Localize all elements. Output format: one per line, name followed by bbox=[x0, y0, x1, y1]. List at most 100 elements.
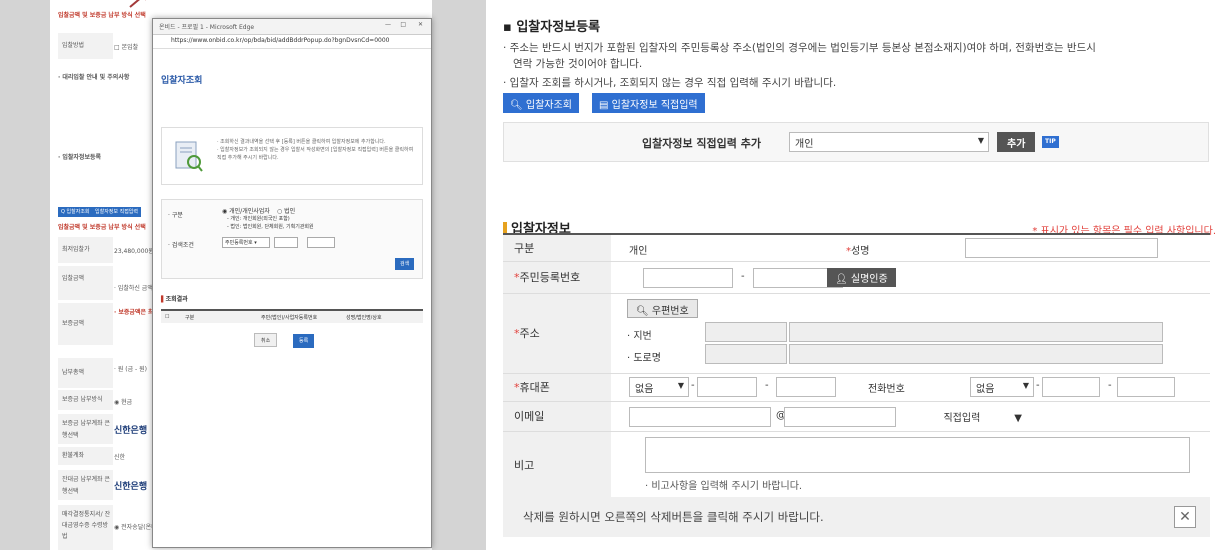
zipcode-label: 우편번호 bbox=[651, 306, 689, 317]
description-line: · 입찰자 조회를 하시거나, 조회되지 않는 경우 직접 입력해 주시기 바랍… bbox=[503, 77, 837, 89]
left-lookup-button[interactable]: Q 입찰자조회 bbox=[58, 207, 93, 217]
list-icon: ▤ bbox=[599, 100, 609, 111]
phone-mid-input[interactable] bbox=[1042, 377, 1100, 397]
mobile-prefix-select[interactable]: 없음 ▼ bbox=[629, 377, 689, 397]
mobile-prefix-value: 없음 bbox=[635, 384, 654, 395]
delete-bar: 삭제를 원하시면 오른쪽의 삭제버튼을 클릭해 주시기 바랍니다. ✕ bbox=[503, 497, 1210, 537]
direct-add-box: 입찰자정보 직접입력 추가 개인 ▼ 추가 TIP bbox=[503, 122, 1209, 162]
col-name: 성명/법인명/상호 bbox=[346, 315, 382, 321]
left-row-value: · 원 (금 - 원) bbox=[114, 366, 147, 373]
dash: - bbox=[765, 380, 769, 391]
select-all-checkbox[interactable]: ☐ bbox=[165, 314, 169, 320]
maximize-icon[interactable]: □ bbox=[400, 21, 406, 28]
popup-title: 입찰자조회 bbox=[161, 76, 203, 86]
email-domain-input[interactable] bbox=[784, 407, 896, 427]
result-table-header: ☐ 구분 주민(법인)/사업자등록번호 성명/법인명/상호 bbox=[161, 309, 423, 323]
direct-add-label: 입찰자정보 직접입력 추가 bbox=[642, 137, 761, 150]
left-row-label: 환불계좌 bbox=[58, 447, 113, 465]
kind-radio-corp[interactable]: ○ 법인 bbox=[277, 206, 295, 215]
cond-input-2[interactable] bbox=[307, 237, 335, 248]
phone-last-input[interactable] bbox=[1117, 377, 1175, 397]
jibun-address-input bbox=[789, 322, 1163, 342]
bidder-registration-panel: ▪ 입찰자정보등록 · 주소는 반드시 번지가 포함된 입찰자의 주민등록상 주… bbox=[486, 0, 1222, 550]
bidder-lookup-label: 입찰자조회 bbox=[525, 100, 572, 111]
kind-value: 개인 bbox=[629, 246, 648, 257]
road-zip-input bbox=[705, 344, 787, 364]
left-direct-button[interactable]: 입찰자정보 직접입력 bbox=[92, 207, 141, 217]
left-bank-logo: 신한은행 bbox=[114, 482, 148, 492]
phone-prefix-select[interactable]: 없음 ▼ bbox=[970, 377, 1034, 397]
delete-message: 삭제를 원하시면 오른쪽의 삭제버튼을 클릭해 주시기 바랍니다. bbox=[523, 510, 824, 524]
notice-line: · 입찰자정보가 조회되지 않는 경우 입찰서 작성화면의 [입찰자정보 직접입… bbox=[217, 147, 414, 153]
notice-line: 직접 추가해 주시기 바랍니다. bbox=[217, 155, 279, 161]
email-domain-value: 직접입력 bbox=[943, 413, 981, 424]
close-icon: ✕ bbox=[1179, 509, 1191, 525]
left-section-bidder: · 입찰자정보등록 bbox=[58, 154, 102, 161]
page-title: ▪ 입찰자정보등록 bbox=[503, 20, 601, 35]
zipcode-button[interactable]: 🔍︎ 우편번호 bbox=[627, 299, 698, 318]
description-line: 연락 가능한 것이어야 합니다. bbox=[513, 58, 643, 70]
left-row-value: ◉ 현금 bbox=[114, 399, 133, 406]
notice-line: · 조회하신 결과내역을 선택 후 [등록] 버튼을 클릭하여 입찰자정보에 추… bbox=[217, 139, 386, 145]
cond-select[interactable]: 주민등록번호 ▾ bbox=[222, 237, 270, 248]
email-id-input[interactable] bbox=[629, 407, 771, 427]
left-row-value: 23,480,000원 bbox=[114, 248, 154, 255]
left-row-label: 최저입찰가 bbox=[58, 237, 113, 263]
cond-input-1[interactable] bbox=[274, 237, 298, 248]
left-row-label: 보증금액 bbox=[58, 303, 113, 345]
bidder-type-select[interactable]: 개인 ▼ bbox=[789, 132, 989, 152]
left-row-label: 보증금 납부방식 bbox=[58, 390, 113, 410]
email-domain-select[interactable]: 직접입력 ▼ bbox=[901, 407, 1027, 427]
add-button[interactable]: 추가 bbox=[997, 132, 1036, 152]
dash: - bbox=[691, 380, 695, 391]
bidder-type-value: 개인 bbox=[795, 139, 814, 150]
result-title-text: 조회결과 bbox=[165, 296, 188, 303]
cancel-button[interactable]: 취소 bbox=[254, 333, 278, 347]
mobile-mid-input[interactable] bbox=[697, 377, 757, 397]
addr-label-text: 주소 bbox=[519, 327, 540, 340]
jibun-zip-input bbox=[705, 322, 787, 342]
bidder-form: 구분 개인 *성명 *주민등록번호 - 👤︎ 실명인증 *주소 🔍︎ 우편번호 … bbox=[503, 233, 1210, 499]
jibun-label: · 지번 bbox=[627, 331, 652, 342]
rrn-label: *주민등록번호 bbox=[503, 262, 611, 294]
road-address-input bbox=[789, 344, 1163, 364]
search-button[interactable]: 검색 bbox=[395, 258, 415, 270]
left-section-header: 입찰금액 및 보증금 납부 방식 선택 bbox=[58, 12, 146, 19]
popup-search-form: · 구분 ◉ 개인/개인사업자 ○ 법인 - 개인: 개인회원(외국인 포함) … bbox=[161, 199, 423, 279]
search-icon: 🔍︎ bbox=[636, 306, 649, 317]
left-row-label: 보증금 납부계좌 은행선택 bbox=[58, 414, 113, 444]
left-row-label: 매각결정통지서/ 잔대금영수증 수령방법 bbox=[58, 505, 113, 550]
rrn-front-input[interactable] bbox=[643, 268, 733, 288]
mobile-last-input[interactable] bbox=[776, 377, 836, 397]
left-row-label: 입찰금액 bbox=[58, 266, 113, 300]
bidder-lookup-popup: 온비드 - 프로필 1 - Microsoft Edge — □ ✕ https… bbox=[152, 18, 432, 548]
kind-note: - 개인: 개인회원(외국인 포함) bbox=[227, 216, 290, 222]
minimize-icon[interactable]: — bbox=[385, 21, 391, 28]
direct-input-button[interactable]: ▤ 입찰자정보 직접입력 bbox=[592, 93, 705, 113]
col-number: 주민(법인)/사업자등록번호 bbox=[261, 315, 318, 321]
kind-label: · 구분 bbox=[168, 212, 183, 219]
name-input[interactable] bbox=[965, 238, 1158, 258]
verify-button[interactable]: 👤︎ 실명인증 bbox=[827, 268, 896, 287]
register-button[interactable]: 등록 bbox=[293, 334, 315, 348]
chevron-down-icon: ▼ bbox=[677, 381, 684, 390]
left-row-label: 입찰방법 bbox=[58, 33, 113, 59]
name-label: *성명 bbox=[846, 242, 869, 257]
name-label-text: 성명 bbox=[851, 246, 870, 257]
cond-label: · 검색조건 bbox=[168, 242, 194, 249]
tip-badge[interactable]: TIP bbox=[1042, 136, 1059, 148]
phone-prefix-value: 없음 bbox=[976, 384, 995, 395]
close-icon[interactable]: ✕ bbox=[418, 21, 423, 28]
popup-titlebar: 온비드 - 프로필 1 - Microsoft Edge — □ ✕ bbox=[153, 19, 431, 35]
popup-url-bar[interactable]: https://www.onbid.co.kr/op/bda/bid/addBd… bbox=[153, 35, 431, 49]
document-search-icon bbox=[175, 141, 203, 172]
left-bank-logo: 신한은행 bbox=[114, 426, 148, 436]
delete-button[interactable]: ✕ bbox=[1174, 506, 1196, 528]
bidder-lookup-button[interactable]: 🔍︎ 입찰자조회 bbox=[503, 93, 579, 113]
left-row-label: 납부총액 bbox=[58, 358, 113, 388]
kind-radio-individual[interactable]: ◉ 개인/개인사업자 bbox=[222, 206, 270, 215]
addr-label: *주소 bbox=[503, 294, 611, 374]
cond-select-value: 주민등록번호 bbox=[225, 240, 253, 246]
note-textarea[interactable] bbox=[645, 437, 1190, 473]
description-line: · 주소는 반드시 번지가 포함된 입찰자의 주민등록상 주소(법인의 경우에는… bbox=[503, 42, 1096, 54]
